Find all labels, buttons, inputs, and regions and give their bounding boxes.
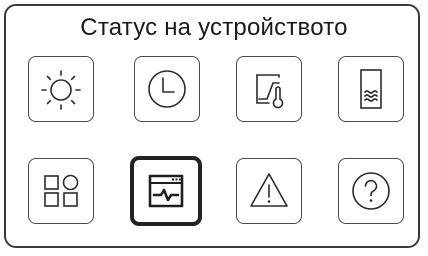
clock-tile[interactable] [134, 56, 200, 122]
sun-tile[interactable] [28, 56, 94, 122]
warning-icon [250, 173, 288, 207]
apps-grid-icon [44, 174, 79, 207]
water-tank-icon [360, 69, 382, 109]
water-tank-tile[interactable] [338, 56, 404, 122]
help-icon [352, 172, 390, 210]
operation-monitor-tile[interactable] [130, 156, 202, 226]
clock-icon [148, 70, 186, 108]
curve-thermometer-icon [256, 74, 284, 109]
apps-tile[interactable] [28, 158, 94, 224]
sun-icon [41, 70, 81, 110]
warning-tile[interactable] [236, 158, 302, 224]
help-tile[interactable] [338, 158, 404, 224]
operation-monitor-icon [148, 174, 184, 208]
page-title: Статус на устройството [80, 14, 348, 41]
curve-thermometer-tile[interactable] [236, 56, 302, 122]
